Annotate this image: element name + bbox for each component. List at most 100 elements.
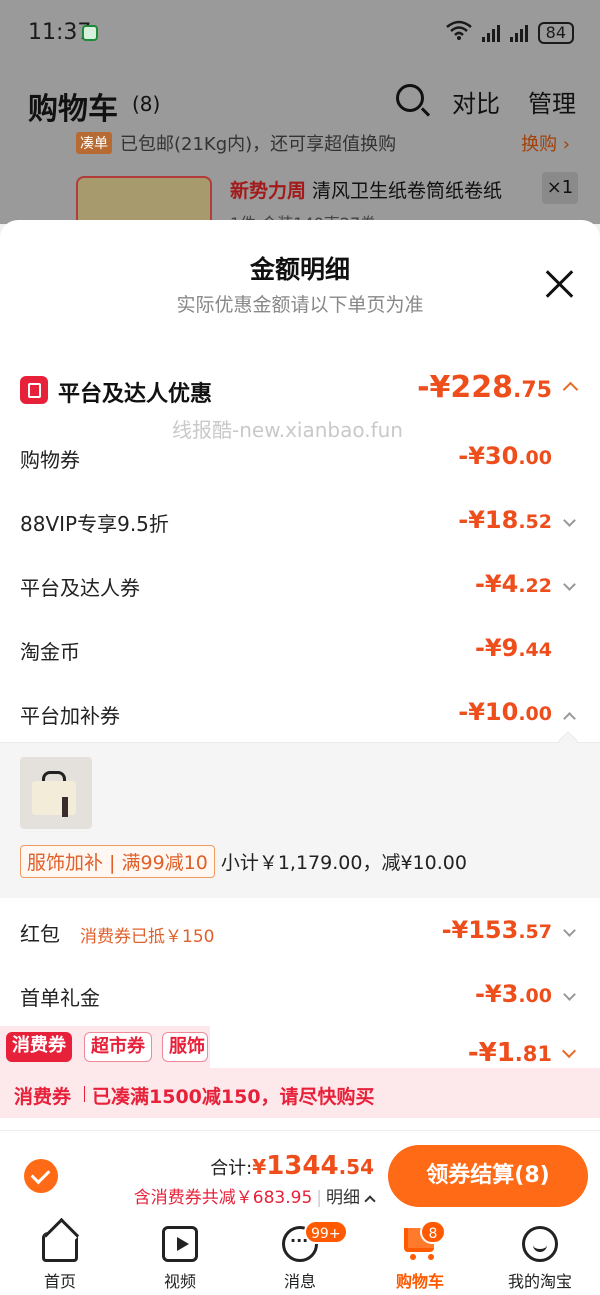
chevron-down-icon[interactable] [561,1043,577,1059]
line-label: 平台加补券 [20,704,120,728]
line-amount: -¥30.00 [458,442,552,470]
subsidy-tag: 服饰加补 | 满99减10 [20,845,215,878]
amount-detail-sheet: 金额明细 实际优惠金额请以下单页为准 平台及达人优惠 -¥228.75 线报酷-… [0,220,600,1130]
nav-home[interactable]: 首页 [0,1220,120,1295]
detail-link[interactable]: 明细 [326,1188,360,1208]
subsidy-detail-line: 服饰加补 | 满99减10 小计￥1,179.00，减¥10.00 [20,845,467,878]
chevron-up-icon [562,381,579,398]
status-bar: 11:37 84 [0,0,600,64]
consumption-coupon-banner[interactable]: 消费券 已凑满1500减150，请尽快购买 [0,1068,600,1118]
manage-button[interactable]: 管理 [528,84,576,119]
signal-icon [481,24,500,42]
nav-label: 消息 [283,1272,316,1291]
section-label: 平台及达人优惠 [58,382,213,407]
video-icon [162,1226,198,1262]
chevron-down-icon [563,578,576,591]
product-title[interactable]: 新势力周 清风卫生纸卷筒纸卷纸 [230,176,502,203]
bottom-nav: 首页 视频 99+ 消息 8 购物车 我的淘宝 [0,1220,600,1295]
status-icons: 84 [445,20,574,45]
signal-icon-2 [509,24,528,42]
red-packet-note: 消费券已抵￥150 [80,927,215,947]
cart-count: (8) [132,92,161,116]
chevron-down-icon [563,988,576,1001]
line-88vip[interactable]: 88VIP专享9.5折 -¥18.52 [0,500,600,550]
line-platform-coupon[interactable]: 平台及达人券 -¥4.22 [0,564,600,614]
sheet-title: 金额明细 [249,255,350,284]
line-label: 平台及达人券 [20,576,140,600]
nav-label: 视频 [163,1272,196,1291]
compare-button[interactable]: 对比 [452,84,500,119]
discount-icon [20,376,48,404]
line-amount: -¥9.44 [474,634,552,662]
line-label: 红包 [20,922,60,946]
nav-video[interactable]: 视频 [120,1220,240,1295]
sheet-subtitle: 实际优惠金额请以下单页为准 [176,294,424,316]
checkout-button[interactable]: 领券结算(8) [388,1145,588,1207]
nav-cart[interactable]: 8 购物车 [360,1220,480,1295]
select-all-checkbox[interactable] [24,1159,58,1193]
wifi-icon [445,20,472,45]
shipping-promo: 凑单 已包邮(21Kg内)，还可享超值换购 [76,130,396,156]
chevron-up-icon [563,712,576,725]
nav-label: 首页 [43,1272,76,1291]
platform-discount-section[interactable]: 平台及达人优惠 -¥228.75 [20,370,580,410]
nav-messages[interactable]: 99+ 消息 [240,1220,360,1295]
bag-body [32,781,76,815]
line-shopping-coupon: 购物券 -¥30.00 [0,436,600,486]
subsidy-subtotal: 小计￥1,179.00，减¥10.00 [220,852,467,874]
section-amount: -¥228.75 [417,370,552,405]
subsidy-detail: 服饰加补 | 满99减10 小计￥1,179.00，减¥10.00 [0,742,600,898]
line-taojinbi: 淘金币 -¥9.44 [0,628,600,678]
my-taobao-icon [522,1226,558,1262]
chevron-down-icon [563,514,576,527]
line-amount: -¥18.52 [458,506,552,534]
product-quantity[interactable]: ×1 [542,172,578,204]
message-badge: 99+ [304,1220,348,1244]
line-label: 购物券 [20,448,80,472]
chip-apparel-coupon[interactable]: 服饰 [162,1032,208,1062]
line-first-order-gift[interactable]: 首单礼金 -¥3.00 [0,974,600,1024]
cart-badge: 8 [420,1220,446,1244]
search-icon[interactable] [396,84,424,112]
total-currency: ¥ [252,1155,267,1179]
nav-label: 我的淘宝 [507,1272,572,1291]
line-label: 淘金币 [20,640,80,664]
line-label: 88VIP专享9.5折 [20,512,169,536]
nav-my-taobao[interactable]: 我的淘宝 [480,1220,600,1295]
coupon-chip-strip: 消费券 超市券 服饰 [0,1026,210,1068]
total-decimal: .54 [338,1155,374,1179]
total-integer: 1344 [266,1151,339,1181]
exchange-link[interactable]: 换购 › [521,130,570,156]
page-title: 购物车 [28,92,118,127]
product-name: 清风卫生纸卷筒纸卷纸 [312,180,503,202]
chevron-down-icon [563,924,576,937]
close-icon[interactable] [544,268,576,300]
product-thumbnail[interactable] [20,757,92,829]
nav-label: 购物车 [395,1272,444,1291]
total-label: 合计: [210,1158,253,1179]
checkout-bar: 合计:¥1344.54 含消费券共减￥683.95 | 明细 领券结算(8) [0,1130,600,1220]
line-amount: -¥3.00 [474,980,552,1008]
chip-consumption-coupon[interactable]: 消费券 [6,1032,72,1062]
line-amount: -¥4.22 [474,570,552,598]
product-brand: 新势力周 [230,180,307,202]
total-price: 合计:¥1344.54 [210,1151,374,1181]
chevron-up-icon [364,1195,376,1207]
banner-divider [84,1086,85,1102]
chip-supermarket-coupon[interactable]: 超市券 [84,1032,152,1062]
banner-text: 已凑满1500减150，请尽快购买 [92,1086,375,1108]
promo-text: 已包邮(21Kg内)，还可享超值换购 [120,134,397,155]
cart-page-background: 购物车 (8) 对比 管理 凑单 已包邮(21Kg内)，还可享超值换购 换购 ›… [0,64,600,236]
promo-tag: 凑单 [76,132,112,154]
banner-label: 消费券 [14,1086,72,1108]
app-notification-icon [82,25,98,41]
line-platform-subsidy[interactable]: 平台加补券 -¥10.00 [0,692,600,742]
peek-amount: -¥1.81 [467,1038,552,1068]
home-icon [42,1232,78,1262]
line-amount: -¥153.57 [441,916,552,944]
saving-text: 含消费券共减￥683.95 [133,1188,313,1208]
line-label: 首单礼金 [20,986,100,1010]
saving-summary[interactable]: 含消费券共减￥683.95 | 明细 [133,1183,376,1208]
line-red-packet[interactable]: 红包 消费券已抵￥150 -¥153.57 [0,910,600,960]
battery-icon: 84 [537,21,574,44]
